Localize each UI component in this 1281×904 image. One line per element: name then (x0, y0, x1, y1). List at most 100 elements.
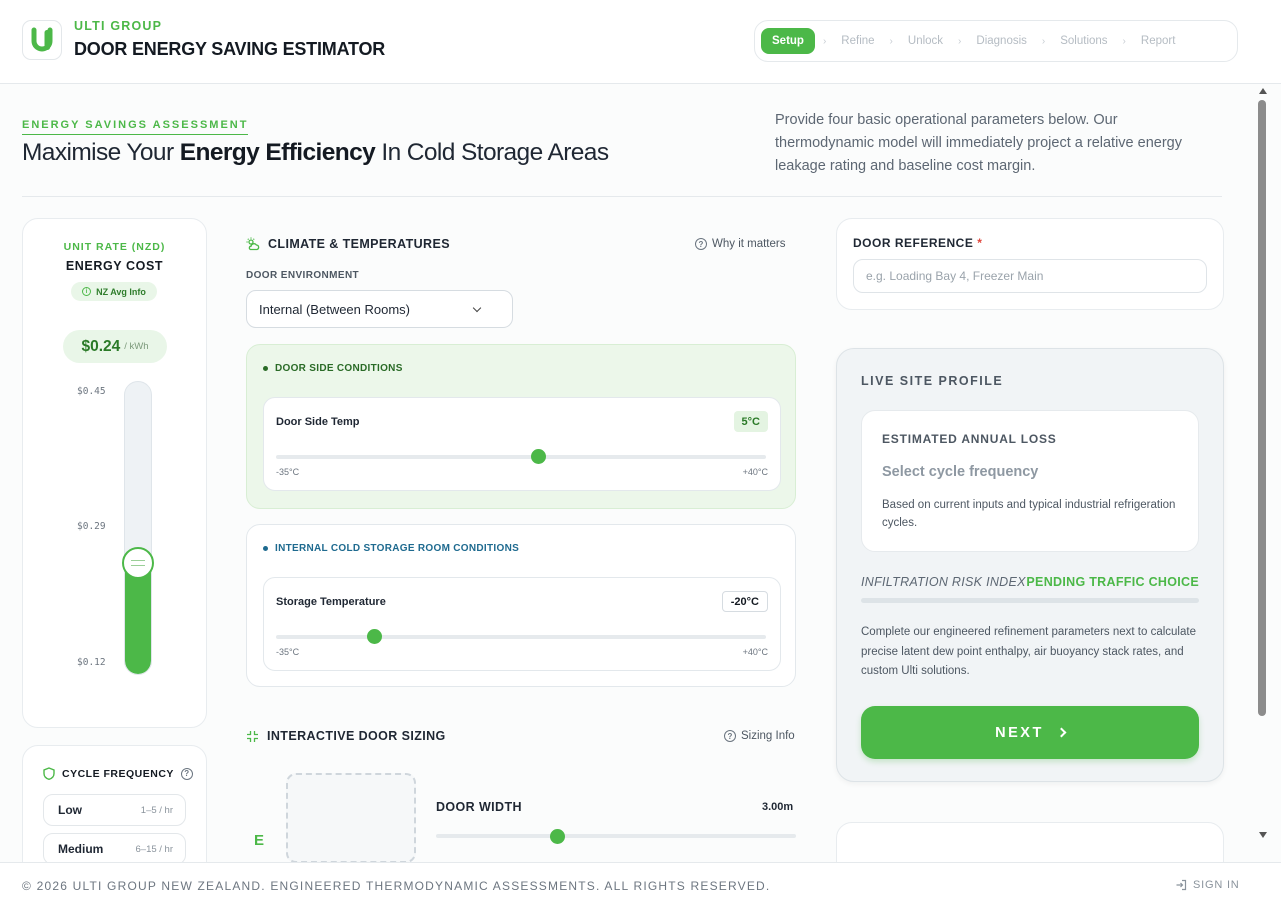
title-emphasis: Energy Efficiency (179, 139, 376, 166)
door-environment-select[interactable]: Internal (Between Rooms) (246, 290, 513, 328)
grip-icon (131, 560, 145, 566)
chevron-right-icon: › (1122, 35, 1126, 47)
option-range: 1–5 / hr (140, 804, 173, 816)
door-side-conditions-title: DOOR SIDE CONDITIONS (275, 363, 403, 374)
cycle-frequency-header: CYCLE FREQUENCY ? (43, 767, 193, 780)
help-icon: ? (724, 730, 736, 742)
live-site-profile-panel: LIVE SITE PROFILE ESTIMATED ANNUAL LOSS … (836, 348, 1224, 782)
storage-temp-slider-track[interactable] (276, 635, 766, 639)
door-width-label: DOOR WIDTH (436, 800, 522, 814)
storage-temp-value: -20°C (721, 591, 768, 612)
app-root: ULTI GROUP DOOR ENERGY SAVING ESTIMATOR … (0, 0, 1281, 904)
why-it-matters-link[interactable]: ? Why it matters (695, 238, 785, 250)
option-range: 6–15 / hr (135, 843, 174, 855)
door-reference-input[interactable] (853, 259, 1207, 293)
door-side-temp-slider-track[interactable] (276, 455, 766, 459)
infiltration-risk-status: PENDING TRAFFIC CHOICE (1026, 575, 1199, 589)
door-side-temp-slider-handle[interactable] (531, 449, 547, 464)
step-refine[interactable]: Refine (834, 35, 881, 47)
door-width-value: 3.00m (762, 801, 794, 813)
ulti-logo-icon (31, 27, 53, 52)
energy-rate-slider-track[interactable] (124, 381, 152, 675)
progress-stepper: Setup › Refine › Unlock › Diagnosis › So… (754, 20, 1238, 62)
energy-price-display: $0.24 / kWh (63, 330, 167, 363)
section-eyebrow: ENERGY SAVINGS ASSESSMENT (22, 119, 249, 135)
page-description: Provide four basic operational parameter… (775, 112, 1182, 174)
energy-cost-title: ENERGY COST (65, 259, 164, 273)
unit-rate-label: UNIT RATE (NZD) (63, 241, 166, 253)
nz-avg-info-chip[interactable]: i NZ Avg Info (71, 282, 157, 301)
step-diagnosis[interactable]: Diagnosis (969, 35, 1034, 47)
sign-in-label: SIGN IN (1193, 879, 1240, 891)
scrollbar-thumb[interactable] (1258, 100, 1266, 716)
slider-min-label: -35°C (276, 647, 300, 657)
live-site-profile-title: LIVE SITE PROFILE (861, 374, 1004, 388)
ulti-logo (22, 20, 62, 60)
storage-room-conditions-title: INTERNAL COLD STORAGE ROOM CONDITIONS (275, 543, 520, 554)
door-width-slider-track[interactable] (436, 834, 796, 838)
estimated-loss-value: Select cycle frequency (882, 464, 1039, 480)
storage-temp-slider-handle[interactable] (367, 629, 382, 644)
page-title: Maximise Your Energy Efficiency In Cold … (22, 139, 609, 167)
climate-section-title: CLIMATE & TEMPERATURES (268, 237, 450, 251)
storage-room-conditions-panel: INTERNAL COLD STORAGE ROOM CONDITIONS St… (246, 524, 796, 687)
door-environment-label: DOOR ENVIRONMENT (246, 270, 360, 281)
step-solutions[interactable]: Solutions (1053, 35, 1114, 47)
door-reference-card: DOOR REFERENCE * (836, 218, 1224, 310)
scroll-up-arrow-icon[interactable] (1259, 88, 1267, 94)
door-side-conditions-header: DOOR SIDE CONDITIONS (263, 363, 403, 374)
climate-section-header: CLIMATE & TEMPERATURES (246, 237, 450, 251)
title-prefix: Maximise Your (22, 139, 180, 166)
storage-room-conditions-header: INTERNAL COLD STORAGE ROOM CONDITIONS (263, 543, 519, 554)
cycle-option-medium[interactable]: Medium 6–15 / hr (43, 833, 186, 865)
title-suffix: In Cold Storage Areas (375, 139, 609, 166)
estimated-loss-card: ESTIMATED ANNUAL LOSS Select cycle frequ… (861, 410, 1199, 552)
cycle-option-low[interactable]: Low 1–5 / hr (43, 794, 186, 826)
estimated-loss-description: Based on current inputs and typical indu… (882, 499, 1176, 529)
door-sizing-title: INTERACTIVE DOOR SIZING (267, 729, 446, 743)
info-chip-label: NZ Avg Info (96, 286, 146, 297)
sizing-info-link[interactable]: ? Sizing Info (724, 730, 795, 742)
scroll-down-arrow-icon[interactable] (1259, 832, 1267, 838)
info-icon: i (82, 287, 92, 296)
page-scrollbar[interactable] (1257, 86, 1269, 846)
footer: © 2026 ULTI GROUP NEW ZEALAND. ENGINEERE… (0, 862, 1281, 904)
bullet-dot (263, 546, 268, 551)
sign-in-link[interactable]: SIGN IN (1175, 879, 1240, 891)
help-icon: ? (695, 238, 707, 250)
door-reference-label: DOOR REFERENCE * (853, 236, 982, 250)
door-dimension-marker: E (254, 832, 265, 849)
next-button[interactable]: NEXT (861, 706, 1199, 759)
cycle-frequency-title: CYCLE FREQUENCY (62, 767, 174, 780)
slider-max-label: +40°C (742, 467, 768, 477)
scale-tick-high: $0.45 (77, 386, 106, 397)
step-report[interactable]: Report (1134, 35, 1183, 47)
energy-rate-slider-handle[interactable] (122, 547, 154, 579)
storage-temp-label: Storage Temperature (276, 596, 386, 608)
door-reference-title: DOOR REFERENCE (853, 236, 974, 250)
infiltration-risk-bar (861, 598, 1199, 603)
step-unlock[interactable]: Unlock (901, 35, 950, 47)
app-title: DOOR ENERGY SAVING ESTIMATOR (74, 39, 386, 59)
door-width-slider-handle[interactable] (550, 829, 565, 844)
chevron-right-icon: › (1041, 35, 1046, 47)
door-sizing-section-header: INTERACTIVE DOOR SIZING (246, 729, 446, 743)
why-it-matters-label: Why it matters (712, 238, 786, 250)
slider-max-label: +40°C (742, 647, 768, 657)
chevron-right-icon (1056, 727, 1067, 738)
option-name: Low (58, 803, 82, 817)
sizing-info-label: Sizing Info (741, 730, 795, 742)
door-preview (286, 773, 416, 863)
copyright-text: © 2026 ULTI GROUP NEW ZEALAND. ENGINEERE… (22, 879, 771, 893)
sign-in-icon (1176, 879, 1187, 891)
chevron-right-icon: › (889, 35, 893, 47)
storage-temp-control: Storage Temperature -20°C -35°C +40°C (263, 577, 781, 671)
shield-icon (43, 767, 55, 780)
divider (22, 196, 1222, 197)
help-icon[interactable]: ? (180, 767, 193, 780)
chevron-down-icon (472, 303, 482, 312)
step-setup[interactable]: Setup (761, 28, 815, 54)
estimated-loss-title: ESTIMATED ANNUAL LOSS (882, 432, 1057, 446)
price-unit: / kWh (124, 341, 149, 352)
infiltration-risk-row: INFILTRATION RISK INDEX PENDING TRAFFIC … (861, 575, 1199, 589)
